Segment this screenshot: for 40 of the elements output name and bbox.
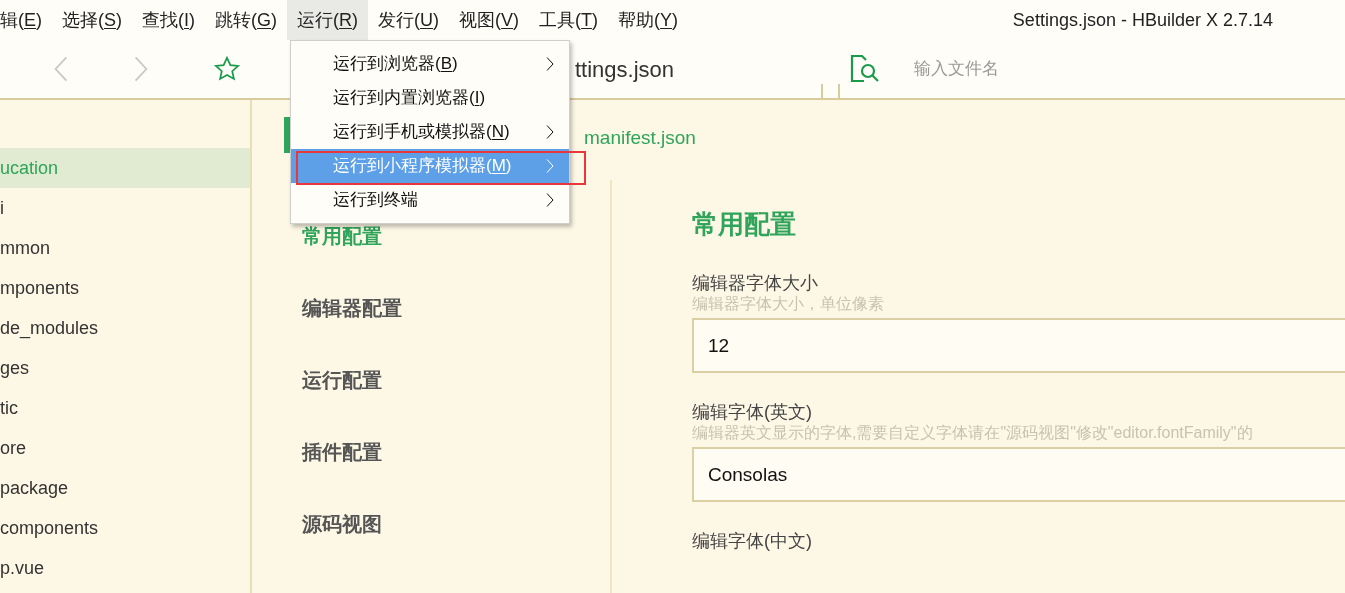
tab-indicator [284, 117, 290, 153]
settings-nav-item[interactable]: 运行配置 [302, 344, 610, 416]
settings-heading: 常用配置 [692, 208, 797, 241]
file-tab[interactable]: ttings.json [575, 52, 675, 86]
file-tree-item[interactable]: i [0, 188, 250, 228]
menu-item[interactable]: 工具(T) [529, 0, 609, 40]
file-tree-item[interactable]: ore [0, 428, 250, 468]
file-tree-item[interactable]: package [0, 468, 250, 508]
menu-item[interactable]: 运行(R) [287, 0, 369, 40]
text-field[interactable]: 12 [692, 318, 1345, 373]
file-tree-item[interactable]: mponents [0, 268, 250, 308]
field-label: 编辑器字体大小 [692, 272, 819, 294]
text-field[interactable]: Consolas [692, 447, 1345, 502]
menu-item[interactable]: 帮助(Y) [608, 0, 689, 40]
menu-item[interactable]: 辑(E) [0, 0, 52, 40]
menu-item[interactable]: 运行到浏览器(B) [291, 47, 569, 81]
menu-item[interactable]: 视图(V) [449, 0, 530, 40]
file-tree-item[interactable]: de_modules [0, 308, 250, 348]
menu-item[interactable]: 跳转(G) [205, 0, 288, 40]
menu-item[interactable]: 运行到终端 [291, 183, 569, 217]
menu-item[interactable]: 选择(S) [52, 0, 133, 40]
file-tree-item[interactable]: mmon [0, 228, 250, 268]
chevron-left-icon [52, 55, 70, 83]
file-tree-item[interactable]: p.vue [0, 548, 250, 588]
menu-item[interactable]: 运行到内置浏览器(I) [291, 81, 569, 115]
menu-item[interactable]: 发行(U) [368, 0, 450, 40]
file-tree-item[interactable]: tic [0, 388, 250, 428]
menu-item[interactable]: 运行到手机或模拟器(N) [291, 115, 569, 149]
settings-nav-item[interactable]: 源码视图 [302, 488, 610, 560]
window-title: Settings.json - HBuilder X 2.7.14 [1012, 8, 1273, 32]
settings-nav-item[interactable]: 编辑器配置 [302, 272, 610, 344]
menu-item[interactable]: 查找(I) [132, 0, 206, 40]
field-label: 编辑字体(英文) [692, 401, 813, 423]
star-icon [213, 55, 241, 83]
file-tree-item[interactable]: ges [0, 348, 250, 388]
file-search-field[interactable]: 输入文件名 [914, 56, 1215, 82]
field-label: 编辑字体(中文) [692, 530, 813, 552]
settings-nav-item[interactable]: 插件配置 [302, 416, 610, 488]
file-tree-item[interactable]: components [0, 508, 250, 548]
chevron-right-icon [132, 55, 150, 83]
